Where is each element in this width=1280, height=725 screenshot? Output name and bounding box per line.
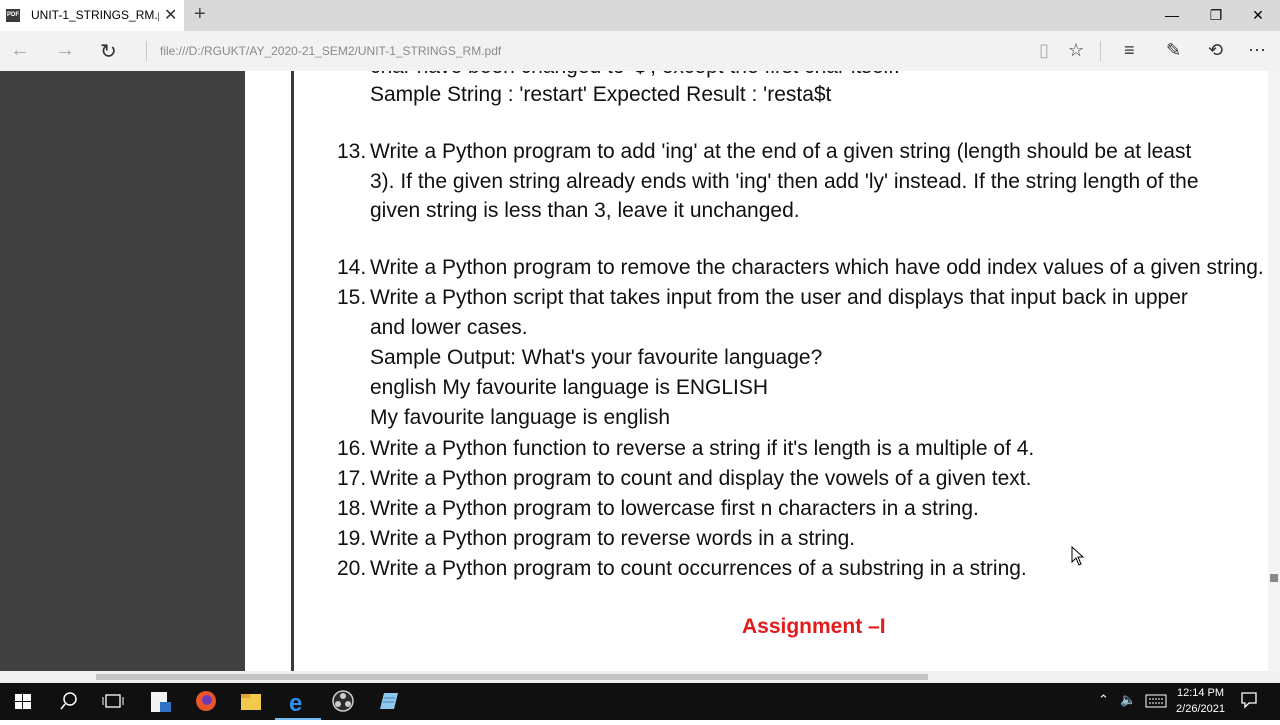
item-number: 14. (337, 256, 367, 279)
svg-text:e: e (289, 690, 302, 717)
clock-time[interactable]: 12:14 PM (1173, 687, 1228, 699)
pdf-icon: PDF (6, 9, 20, 22)
reading-view-icon[interactable]: ▯ (1039, 40, 1049, 61)
file-explorer-icon[interactable] (228, 683, 274, 720)
notification-icon[interactable] (1240, 691, 1258, 712)
close-icon[interactable]: ✕ (1236, 0, 1280, 31)
show-hidden-icons-icon[interactable]: ⌃ (1098, 692, 1109, 708)
item-text: Write a Python program to remove the cha… (370, 256, 1264, 279)
more-icon[interactable]: ⋯ (1248, 40, 1266, 61)
title-bar: PDF UNIT-1_STRINGS_RM.pdf ✕ + — ❐ ✕ (0, 0, 1280, 31)
item-text: 3). If the given string already ends wit… (370, 170, 1199, 193)
page-edge (291, 71, 294, 671)
item-number: 15. (337, 286, 367, 309)
item-text: english My favourite language is ENGLISH (370, 376, 769, 399)
item-text: Write a Python program to reverse words … (370, 527, 856, 550)
sample-string-line: Sample String : 'restart' Expected Resul… (370, 83, 832, 106)
item-text: given string is less than 3, leave it un… (370, 199, 800, 222)
volume-icon[interactable]: 🔈 (1120, 692, 1136, 708)
item-text: Write a Python script that takes input f… (370, 286, 1188, 309)
forward-icon[interactable]: → (55, 39, 75, 62)
file-editor-icon[interactable] (138, 683, 184, 720)
minimize-icon[interactable]: — (1150, 0, 1194, 31)
divider (1100, 41, 1101, 61)
item-text: Sample Output: What's your favourite lan… (370, 346, 823, 369)
notepad-icon[interactable] (366, 683, 412, 720)
restore-icon[interactable]: ❐ (1194, 0, 1238, 31)
divider (146, 41, 147, 61)
refresh-icon[interactable]: ↻ (100, 39, 117, 64)
url-field[interactable]: file:///D:/RGUKT/AY_2020-21_SEM2/UNIT-1_… (160, 44, 501, 58)
web-note-icon[interactable]: ✎ (1166, 40, 1181, 61)
item-number: 17. (337, 467, 367, 490)
viewer-background (0, 71, 245, 671)
keyboard-icon[interactable] (1145, 694, 1167, 711)
vertical-scroll-thumb[interactable] (1270, 574, 1278, 582)
edge-icon[interactable]: e (275, 683, 321, 720)
tab-close-icon[interactable]: ✕ (164, 5, 177, 25)
item-number: 13. (337, 140, 367, 163)
item-text: Write a Python function to reverse a str… (370, 437, 1035, 460)
hub-icon[interactable]: ≡ (1124, 40, 1135, 61)
start-icon[interactable] (0, 683, 46, 720)
assignment-heading: Assignment –I (742, 615, 886, 638)
item-text: Write a Python program to count occurren… (370, 557, 1027, 580)
new-tab-icon[interactable]: + (194, 3, 206, 26)
back-icon[interactable]: ← (10, 39, 30, 62)
item-number: 18. (337, 497, 367, 520)
mouse-cursor-icon (1071, 546, 1085, 566)
obs-icon[interactable] (320, 683, 366, 720)
task-view-icon[interactable] (90, 683, 136, 720)
item-text: Write a Python program to count and disp… (370, 467, 1032, 490)
clock-date[interactable]: 2/26/2021 (1173, 703, 1228, 715)
item-text: My favourite language is english (370, 406, 671, 429)
item-text: and lower cases. (370, 316, 528, 339)
item-number: 20. (337, 557, 367, 580)
item-text: Write a Python program to lowercase firs… (370, 497, 979, 520)
item-number: 16. (337, 437, 367, 460)
share-icon[interactable]: ⟲ (1208, 40, 1223, 61)
firefox-icon[interactable] (183, 683, 229, 720)
search-icon[interactable] (46, 683, 92, 720)
horizontal-scroll-thumb[interactable] (96, 674, 928, 680)
item-number: 19. (337, 527, 367, 550)
taskbar: e ⌃ 🔈 12:14 PM 2/26/2021 (0, 683, 1280, 720)
tab-title: UNIT-1_STRINGS_RM.pdf (31, 8, 159, 22)
address-bar: ← → ↻ file:///D:/RGUKT/AY_2020-21_SEM2/U… (0, 31, 1280, 71)
favorite-star-icon[interactable]: ☆ (1068, 40, 1084, 61)
browser-tab[interactable]: PDF UNIT-1_STRINGS_RM.pdf ✕ (0, 0, 184, 31)
item-text: Write a Python program to add 'ing' at t… (370, 140, 1192, 163)
